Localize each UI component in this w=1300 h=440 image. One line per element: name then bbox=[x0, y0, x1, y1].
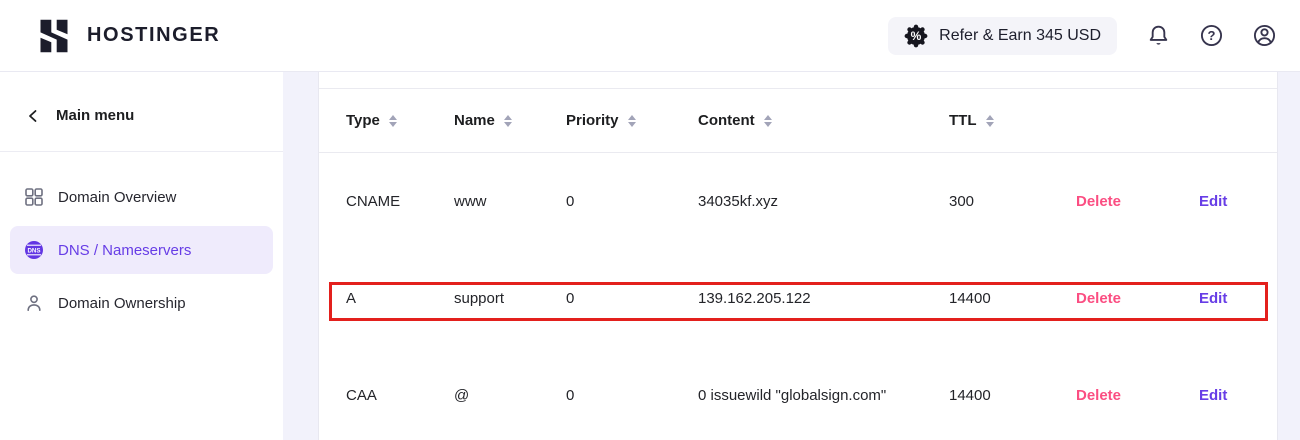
app-header: HOSTINGER % Refer & Earn 345 USD bbox=[0, 0, 1300, 72]
sort-icon bbox=[764, 115, 772, 127]
cell-priority: 0 bbox=[566, 290, 698, 307]
cell-priority: 0 bbox=[566, 387, 698, 404]
column-header-type[interactable]: Type bbox=[346, 112, 454, 129]
edit-button[interactable]: Edit bbox=[1199, 290, 1250, 307]
sidebar-item-label: Domain Overview bbox=[58, 189, 176, 206]
column-label: TTL bbox=[949, 112, 977, 129]
cell-priority: 0 bbox=[566, 193, 698, 210]
sidebar: Main menu Domain Overview bbox=[0, 72, 283, 440]
column-header-content[interactable]: Content bbox=[698, 112, 949, 129]
column-label: Content bbox=[698, 112, 755, 129]
cell-ttl: 14400 bbox=[949, 290, 1076, 307]
table-row-highlighted: A support 0 139.162.205.122 14400 Delete… bbox=[319, 250, 1277, 347]
page-layout: Main menu Domain Overview bbox=[0, 72, 1300, 440]
delete-button[interactable]: Delete bbox=[1076, 387, 1199, 404]
table-row: CAA @ 0 0 issuewild "globalsign.com" 144… bbox=[319, 347, 1277, 440]
cell-content: 34035kf.xyz bbox=[698, 193, 949, 210]
sidebar-item-label: Domain Ownership bbox=[58, 295, 186, 312]
sidebar-item-dns-nameservers[interactable]: DNS DNS / Nameservers bbox=[10, 226, 273, 274]
profile-button[interactable] bbox=[1251, 22, 1278, 49]
column-label: Type bbox=[346, 112, 380, 129]
percent-badge-icon: % bbox=[904, 24, 928, 48]
chevron-left-icon bbox=[27, 109, 39, 123]
delete-button[interactable]: Delete bbox=[1076, 290, 1199, 307]
edit-button[interactable]: Edit bbox=[1199, 193, 1250, 210]
person-icon bbox=[24, 293, 44, 313]
refer-earn-label: Refer & Earn 345 USD bbox=[939, 27, 1101, 45]
main-menu-back-button[interactable]: Main menu bbox=[0, 72, 283, 152]
cell-type: CAA bbox=[346, 387, 454, 404]
sort-icon bbox=[986, 115, 994, 127]
dns-globe-icon: DNS bbox=[24, 240, 44, 260]
main-menu-label: Main menu bbox=[56, 107, 134, 124]
edit-button[interactable]: Edit bbox=[1199, 387, 1250, 404]
sort-icon bbox=[504, 115, 512, 127]
table-row: CNAME www 0 34035kf.xyz 300 Delete Edit bbox=[319, 153, 1277, 250]
cell-name: support bbox=[454, 290, 566, 307]
svg-text:%: % bbox=[911, 29, 922, 43]
profile-icon bbox=[1252, 23, 1277, 48]
cell-ttl: 300 bbox=[949, 193, 1076, 210]
column-label: Name bbox=[454, 112, 495, 129]
cell-ttl: 14400 bbox=[949, 387, 1076, 404]
hostinger-logo[interactable]: HOSTINGER bbox=[36, 18, 220, 54]
svg-text:DNS: DNS bbox=[27, 248, 40, 255]
dns-records-table-card: Type Name Priority Content TTL bbox=[318, 72, 1278, 440]
cell-content: 0 issuewild "globalsign.com" bbox=[698, 383, 949, 409]
header-actions: % Refer & Earn 345 USD ? bbox=[888, 17, 1288, 55]
column-header-priority[interactable]: Priority bbox=[566, 112, 698, 129]
bell-icon bbox=[1146, 23, 1171, 48]
main-content: Type Name Priority Content TTL bbox=[283, 72, 1300, 440]
grid-icon bbox=[24, 187, 44, 207]
table-top-spacer bbox=[319, 72, 1277, 88]
delete-button[interactable]: Delete bbox=[1076, 193, 1199, 210]
column-label: Priority bbox=[566, 112, 619, 129]
column-header-ttl[interactable]: TTL bbox=[949, 112, 1076, 129]
help-icon: ? bbox=[1199, 23, 1224, 48]
table-header-row: Type Name Priority Content TTL bbox=[319, 88, 1277, 153]
sidebar-item-label: DNS / Nameservers bbox=[58, 242, 191, 259]
brand-name: HOSTINGER bbox=[87, 24, 220, 47]
cell-name: www bbox=[454, 193, 566, 210]
svg-text:?: ? bbox=[1208, 28, 1216, 43]
cell-type: CNAME bbox=[346, 193, 454, 210]
help-button[interactable]: ? bbox=[1198, 22, 1225, 49]
column-header-name[interactable]: Name bbox=[454, 112, 566, 129]
cell-type: A bbox=[346, 290, 454, 307]
sidebar-item-domain-overview[interactable]: Domain Overview bbox=[10, 173, 273, 221]
refer-earn-button[interactable]: % Refer & Earn 345 USD bbox=[888, 17, 1117, 55]
hostinger-logomark-icon bbox=[36, 18, 72, 54]
cell-content: 139.162.205.122 bbox=[698, 290, 949, 307]
notifications-button[interactable] bbox=[1145, 22, 1172, 49]
sort-icon bbox=[389, 115, 397, 127]
sidebar-nav: Domain Overview DNS DNS / Nameservers bbox=[0, 152, 283, 327]
sidebar-item-domain-ownership[interactable]: Domain Ownership bbox=[10, 279, 273, 327]
sort-icon bbox=[628, 115, 636, 127]
cell-name: @ bbox=[454, 387, 566, 404]
